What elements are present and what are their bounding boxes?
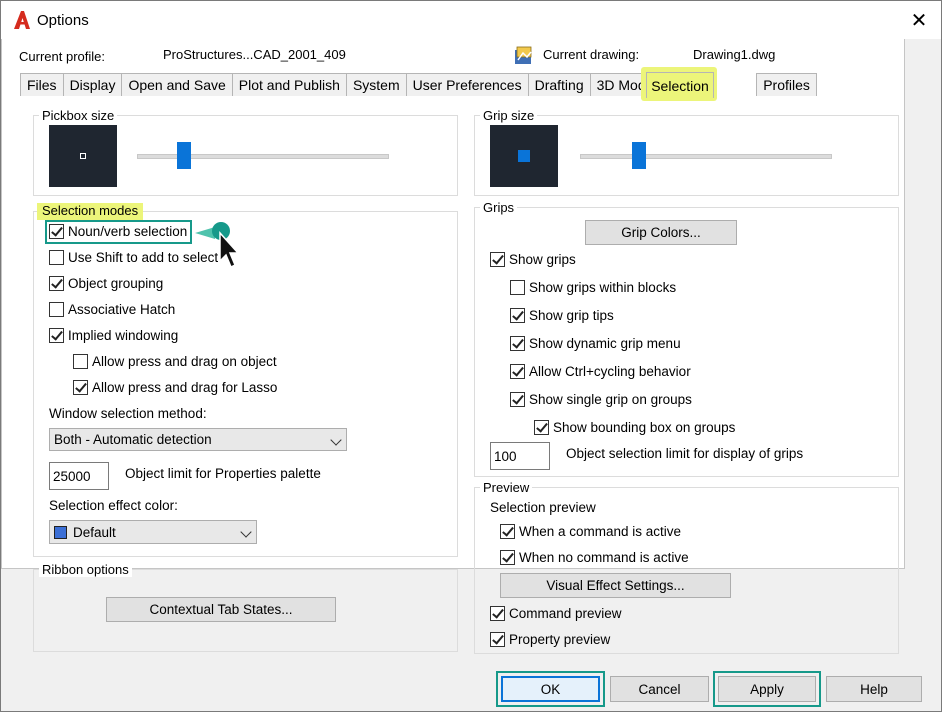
- color-swatch: [54, 525, 67, 539]
- chevron-down-icon: [330, 434, 342, 446]
- current-profile-value: ProStructures...CAD_2001_409: [163, 47, 346, 62]
- property-preview-label: Property preview: [509, 632, 611, 647]
- pickbox-slider-thumb[interactable]: [177, 142, 192, 169]
- associative-hatch-label: Associative Hatch: [68, 302, 176, 317]
- command-preview-checkbox[interactable]: [490, 606, 505, 621]
- window-method-select[interactable]: Both - Automatic detection: [49, 428, 347, 451]
- apply-button[interactable]: Apply: [718, 676, 816, 702]
- grip-colors-button[interactable]: Grip Colors...: [585, 220, 737, 245]
- grip-square: [518, 150, 530, 162]
- tab-files[interactable]: Files: [20, 73, 64, 96]
- ctrl-cycling-checkbox[interactable]: [510, 364, 525, 379]
- show-grips-label: Show grips: [509, 252, 576, 267]
- grip-slider-thumb[interactable]: [632, 142, 647, 169]
- tab-profiles[interactable]: Profiles: [756, 73, 817, 96]
- grip-preview: [490, 125, 558, 187]
- current-drawing-value: Drawing1.dwg: [693, 47, 776, 62]
- title-bar: Options ✕: [1, 1, 941, 39]
- current-profile-label: Current profile:: [19, 49, 105, 64]
- options-dialog: Options ✕ Current profile: ProStructures…: [0, 0, 942, 712]
- pickbox-slider-track[interactable]: [137, 154, 389, 159]
- bounding-box-groups-checkbox[interactable]: [534, 420, 549, 435]
- effect-color-select[interactable]: Default: [49, 520, 257, 544]
- no-command-active-label: When no command is active: [519, 550, 689, 565]
- tab-system[interactable]: System: [345, 73, 407, 96]
- associative-hatch-checkbox[interactable]: [49, 302, 64, 317]
- press-drag-object-label: Allow press and drag on object: [92, 354, 277, 369]
- noun-verb-checkbox[interactable]: [49, 224, 64, 239]
- bounding-box-groups-label: Show bounding box on groups: [553, 420, 736, 435]
- single-grip-groups-checkbox[interactable]: [510, 392, 525, 407]
- close-button[interactable]: ✕: [901, 5, 937, 35]
- tab-user-preferences[interactable]: User Preferences: [405, 73, 529, 96]
- visual-effect-settings-button[interactable]: Visual Effect Settings...: [500, 573, 731, 598]
- command-active-label: When a command is active: [519, 524, 682, 539]
- selection-modes-title: Selection modes: [37, 203, 144, 220]
- tab-display[interactable]: Display: [62, 73, 123, 96]
- contextual-tab-states-button[interactable]: Contextual Tab States...: [106, 597, 336, 622]
- pointer-annotation-icon: [195, 222, 240, 269]
- selection-preview-label: Selection preview: [490, 500, 596, 515]
- grips-title: Grips: [480, 200, 518, 215]
- window-method-value: Both - Automatic detection: [54, 432, 212, 447]
- grip-tips-label: Show grip tips: [529, 308, 614, 323]
- chevron-down-icon: [240, 526, 252, 538]
- dynamic-grip-menu-label: Show dynamic grip menu: [529, 336, 681, 351]
- implied-windowing-checkbox[interactable]: [49, 328, 64, 343]
- preview-title: Preview: [480, 480, 533, 495]
- grips-within-blocks-checkbox[interactable]: [510, 280, 525, 295]
- object-limit-label: Object limit for Properties palette: [125, 466, 321, 481]
- ok-button[interactable]: OK: [501, 676, 600, 702]
- effect-color-value: Default: [73, 524, 116, 540]
- grips-within-blocks-label: Show grips within blocks: [529, 280, 677, 295]
- command-preview-label: Command preview: [509, 606, 622, 621]
- press-drag-object-checkbox[interactable]: [73, 354, 88, 369]
- object-grouping-checkbox[interactable]: [49, 276, 64, 291]
- pickbox-size-title: Pickbox size: [39, 108, 118, 123]
- grip-slider-track[interactable]: [580, 154, 832, 159]
- grip-limit-label: Object selection limit for display of gr…: [566, 446, 804, 461]
- grip-tips-checkbox[interactable]: [510, 308, 525, 323]
- tab-selection[interactable]: Selection: [646, 72, 714, 98]
- drawing-icon: [515, 46, 532, 64]
- use-shift-checkbox[interactable]: [49, 250, 64, 265]
- object-grouping-label: Object grouping: [68, 276, 164, 291]
- noun-verb-label: Noun/verb selection: [68, 224, 188, 239]
- command-active-checkbox[interactable]: [500, 524, 515, 539]
- help-button[interactable]: Help: [826, 676, 922, 702]
- current-drawing-label: Current drawing:: [543, 47, 640, 62]
- pickbox-square: [80, 153, 86, 159]
- tab-open-and-save[interactable]: Open and Save: [121, 73, 233, 96]
- tab-drafting[interactable]: Drafting: [527, 73, 591, 96]
- no-command-active-checkbox[interactable]: [500, 550, 515, 565]
- object-limit-input[interactable]: 25000: [49, 462, 109, 490]
- press-drag-lasso-checkbox[interactable]: [73, 380, 88, 395]
- ribbon-options-title: Ribbon options: [39, 562, 132, 577]
- window-title: Options: [37, 12, 89, 29]
- implied-windowing-label: Implied windowing: [68, 328, 179, 343]
- tab-plot-and-publish[interactable]: Plot and Publish: [231, 73, 347, 96]
- single-grip-groups-label: Show single grip on groups: [529, 392, 692, 407]
- ctrl-cycling-label: Allow Ctrl+cycling behavior: [529, 364, 691, 379]
- autocad-logo-icon: [14, 11, 30, 29]
- press-drag-lasso-label: Allow press and drag for Lasso: [92, 380, 278, 395]
- window-method-label: Window selection method:: [49, 406, 207, 421]
- cancel-button[interactable]: Cancel: [610, 676, 709, 702]
- grip-size-title: Grip size: [480, 108, 538, 123]
- grip-limit-input[interactable]: 100: [490, 442, 550, 470]
- property-preview-checkbox[interactable]: [490, 632, 505, 647]
- show-grips-checkbox[interactable]: [490, 252, 505, 267]
- dynamic-grip-menu-checkbox[interactable]: [510, 336, 525, 351]
- pickbox-preview: [49, 125, 117, 187]
- effect-color-label: Selection effect color:: [49, 498, 178, 513]
